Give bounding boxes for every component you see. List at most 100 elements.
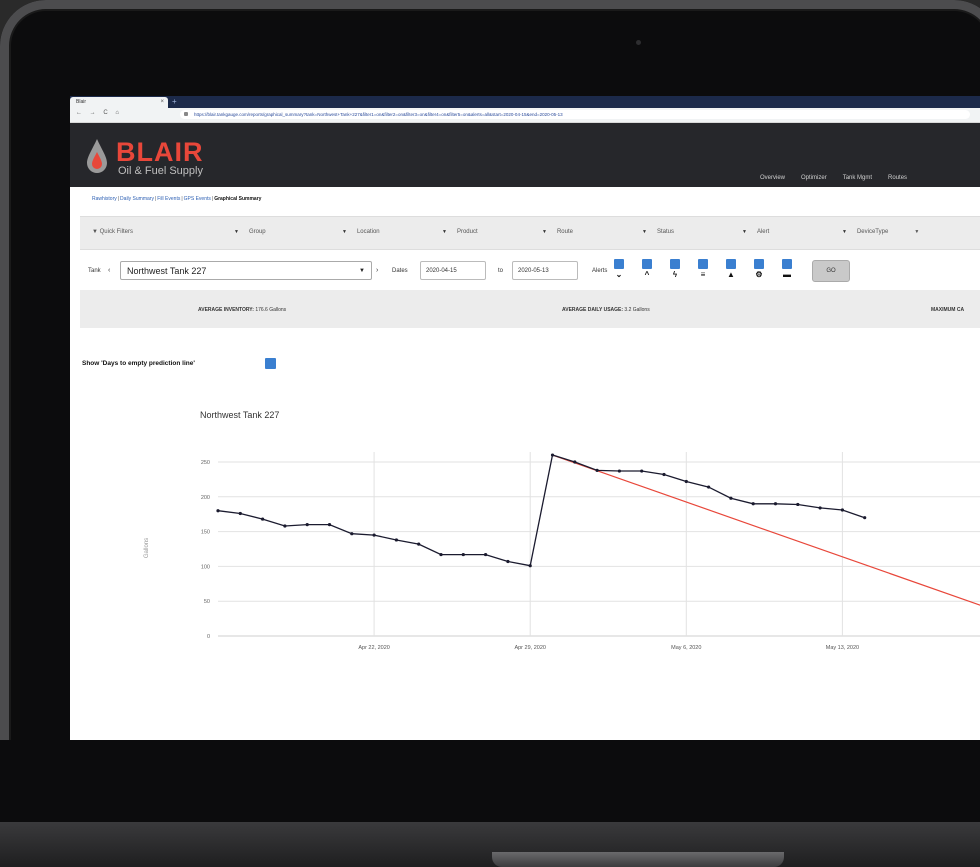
tank-select-value: Northwest Tank 227 [127, 266, 207, 276]
data-point [796, 502, 800, 507]
alert-checkbox[interactable] [782, 259, 792, 269]
filter-route[interactable]: ▼ Route [542, 229, 573, 235]
alert-checkbox[interactable] [698, 259, 708, 269]
chevron-down-icon: ▼ [359, 268, 365, 274]
data-point [305, 523, 309, 527]
stat-label: AVERAGE DAILY USAGE: [562, 307, 624, 313]
chevron-down-icon: ▼ [914, 229, 920, 235]
prediction-toggle-label: Show 'Days to empty prediction line' [82, 360, 195, 367]
filter-product[interactable]: ▼ Product [442, 229, 478, 235]
filter-label: Quick Filters [99, 229, 133, 235]
x-tick-label: Apr 29, 2020 [514, 645, 546, 651]
alert-toggle[interactable]: ≡ [697, 259, 709, 283]
subnav-graphical-summary[interactable]: Graphical Summary [214, 196, 261, 202]
screen: Blair × + ← → C ⌂ https://blair.tankgaug… [70, 96, 980, 740]
alert-toggle[interactable]: ^ [641, 259, 653, 283]
tank-controls: Tank ‹ Northwest Tank 227 ▼ › Dates 2020… [70, 256, 980, 286]
fuel-drop-icon [87, 139, 107, 173]
data-point [617, 469, 622, 473]
filter-label: Alert [756, 229, 770, 235]
y-tick-label: 100 [201, 564, 210, 570]
data-point [751, 502, 755, 506]
filter-status[interactable]: ▼ Status [642, 229, 674, 235]
filter-label: Status [656, 229, 674, 235]
data-point [484, 552, 488, 557]
browser-tab[interactable]: Blair × [70, 97, 168, 108]
alert-toggle[interactable]: ⚙ [753, 259, 765, 283]
filter-alert[interactable]: ▼ Alert [742, 229, 769, 235]
data-point [528, 564, 532, 568]
chevron-down-icon: ▼ [742, 229, 747, 235]
alerts-label: Alerts [592, 268, 608, 274]
data-point [550, 453, 555, 457]
x-tick-label: May 6, 2020 [671, 645, 701, 651]
data-point [729, 496, 733, 500]
stat-label: MAXIMUM CA [931, 307, 965, 313]
nav-routes[interactable]: Routes [888, 175, 907, 181]
filter-device-type[interactable]: ▼ DeviceType ▼ [842, 229, 919, 235]
chevron-down-icon: ▼ [842, 229, 847, 235]
url-field[interactable]: https://blair.tankgauge.com/reports/grap… [180, 110, 970, 119]
data-point [261, 517, 265, 521]
data-point [327, 523, 332, 527]
stats-bar: AVERAGE INVENTORY: 176.6 Gallons AVERAGE… [80, 290, 980, 328]
browser-tab-title: Blair [76, 99, 87, 105]
alert-toggle[interactable]: ▬ [781, 259, 793, 283]
data-point [684, 479, 688, 484]
filter-label: Route [556, 229, 573, 235]
data-point [238, 511, 242, 516]
next-tank-button[interactable]: › [376, 267, 378, 274]
data-point [640, 469, 644, 473]
nav-tank-mgmt[interactable]: Tank Mgmt [843, 175, 872, 181]
nav-overview[interactable]: Overview [760, 175, 785, 181]
stat-value: 176.6 Gallons [255, 307, 287, 313]
alert-checkbox[interactable] [670, 259, 680, 269]
alert-toggle[interactable]: ▲ [725, 259, 737, 283]
url-text: https://blair.tankgauge.com/reports/grap… [194, 112, 563, 117]
browser-address-bar: ← → C ⌂ https://blair.tankgauge.com/repo… [70, 108, 980, 123]
prediction-checkbox[interactable] [265, 358, 276, 369]
filter-quick-filters[interactable]: ▼ Quick Filters [92, 229, 133, 235]
go-button[interactable]: GO [812, 260, 850, 282]
x-tick-label: May 13, 2020 [826, 645, 859, 651]
tab-close-icon[interactable]: × [160, 97, 164, 108]
lock-icon [184, 112, 188, 116]
chevron-down-icon: ▼ [642, 229, 647, 235]
alert-checkbox[interactable] [754, 259, 764, 269]
filter-label: DeviceType [856, 229, 889, 235]
prev-tank-button[interactable]: ‹ [108, 267, 110, 274]
alert-checkbox[interactable] [726, 259, 736, 269]
chevron-down-icon: ▼ [542, 229, 547, 235]
subnav-gps-events[interactable]: GPS Events [184, 196, 211, 202]
brand-name[interactable]: BLAIR [116, 137, 204, 168]
subnav-fill-events[interactable]: Fill Events [157, 196, 180, 202]
subnav-rawhistory[interactable]: Rawhistory [92, 196, 117, 202]
y-tick-label: 50 [204, 599, 210, 605]
alert-checkbox[interactable] [614, 259, 624, 269]
to-label: to [498, 268, 504, 274]
chevron-up-icon: ^ [644, 270, 650, 279]
laptop-hinge [492, 852, 784, 867]
chart-title: Northwest Tank 227 [200, 410, 279, 420]
data-point [350, 532, 354, 536]
tank-select[interactable]: Northwest Tank 227 ▼ [120, 261, 372, 280]
filter-location[interactable]: ▼ Location [342, 229, 380, 235]
filter-group[interactable]: ▼ Group [234, 229, 266, 235]
subnav-daily-summary[interactable]: Daily Summary [120, 196, 154, 202]
nav-optimizer[interactable]: Optimizer [801, 175, 827, 181]
data-point [372, 533, 376, 537]
inventory-chart: Northwest Tank 227 Gallons 0 50 100 150 200 250… [144, 410, 980, 651]
data-point [707, 485, 711, 489]
filter-bar: ▼ Quick Filters ▼ Group ▼ Location ▼ Produc… [80, 216, 980, 250]
y-tick-label: 250 [201, 460, 210, 466]
alert-checkbox[interactable] [642, 259, 652, 269]
alert-toggle[interactable]: ⌄ [613, 259, 625, 283]
end-date-input[interactable]: 2020-05-13 [512, 261, 578, 280]
alert-toggle[interactable]: ϟ [669, 259, 681, 283]
stat-maximum-capacity: MAXIMUM CA [931, 307, 964, 313]
data-point [506, 559, 510, 564]
new-tab-button[interactable]: + [172, 96, 177, 108]
start-date-input[interactable]: 2020-04-15 [420, 261, 486, 280]
browser-nav-buttons[interactable]: ← → C ⌂ [76, 110, 122, 116]
laptop-frame: Blair × + ← → C ⌂ https://blair.tankgaug… [0, 0, 980, 860]
